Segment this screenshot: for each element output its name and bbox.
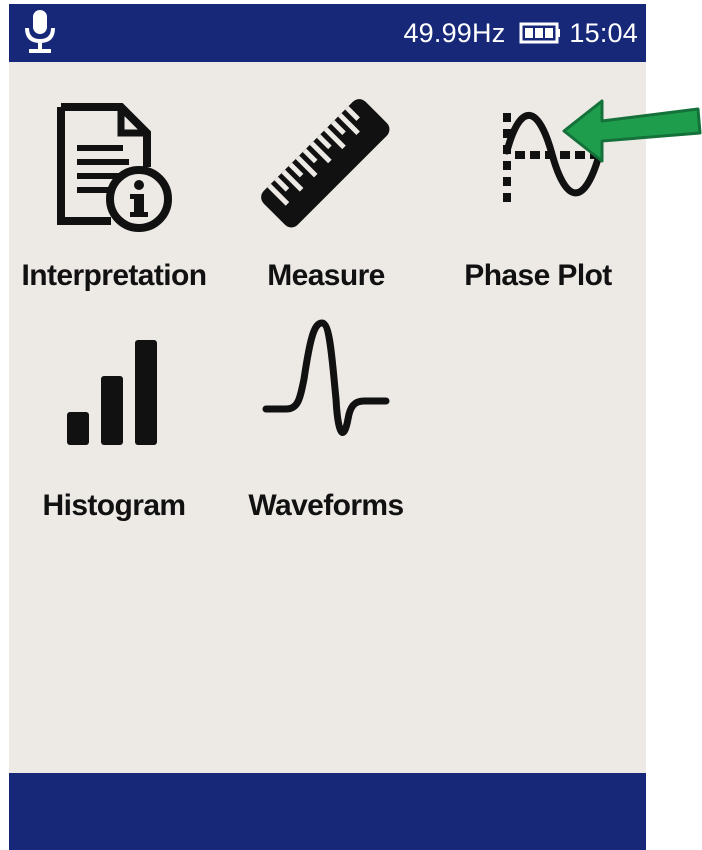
waveform-icon [262,319,390,436]
app-label: Interpretation [21,259,208,292]
bottom-bar [9,773,646,850]
app-measure[interactable]: Measure [221,84,431,309]
pointer-arrow [562,99,702,163]
frequency-readout: 49.99Hz [403,17,506,48]
app-label: Phase Plot [464,259,612,292]
ruler-icon [261,99,390,228]
clock: 15:04 [569,17,638,48]
document-info-icon [57,103,172,232]
microphone-icon[interactable] [19,8,61,54]
status-info: 49.99Hz 15:04 [403,4,638,62]
status-bar: 49.99Hz 15:04 [9,4,646,62]
device-screen: 49.99Hz 15:04 Interpretation Measure Pha… [9,4,646,850]
bar-chart-icon [67,340,157,445]
app-label: Waveforms [248,489,404,522]
app-histogram[interactable]: Histogram [9,309,219,534]
app-label: Histogram [42,489,187,522]
app-waveforms[interactable]: Waveforms [221,309,431,534]
battery-icon [519,22,561,44]
app-label: Measure [267,259,385,292]
app-interpretation[interactable]: Interpretation [9,84,219,309]
